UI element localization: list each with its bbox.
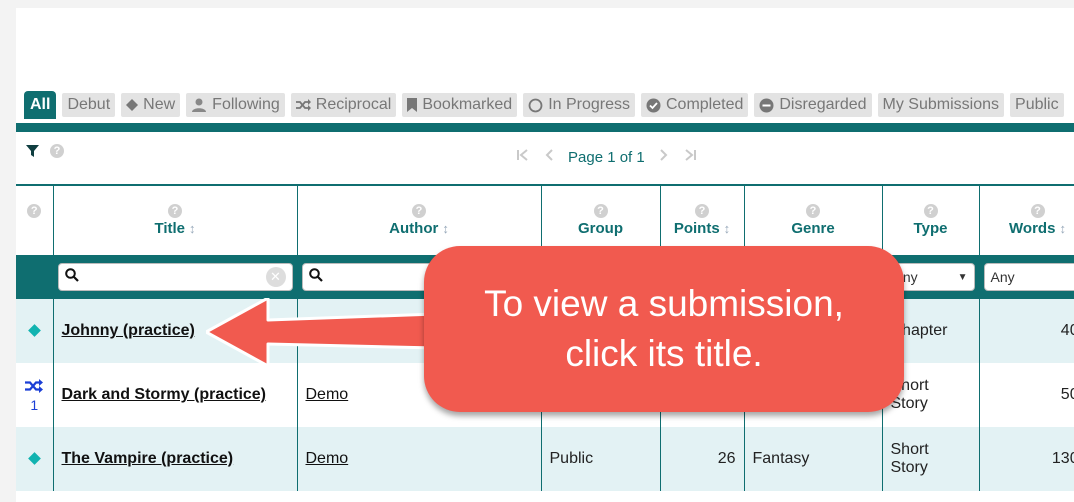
title-search-input[interactable]: ✕ [57,263,293,291]
header-author[interactable]: ? Author ↕ [297,184,542,255]
sort-icon[interactable]: ↕ [189,221,196,236]
filter-icon[interactable] [26,144,39,162]
filter-cell: ✕ [53,255,298,299]
table-toolbar: ? Page 1 of 1 [16,132,1074,192]
circle-icon [528,98,543,113]
submission-title-link[interactable]: Dark and Stormy (practice) [62,386,267,403]
table-row: The Vampire (practice) Demo Public 26 Fa… [16,427,1074,491]
title-cell: Dark and Stormy (practice) [53,363,298,427]
genre-cell: Fantasy [744,427,883,491]
tab-underline-bar [16,123,1074,132]
help-icon[interactable]: ? [1030,204,1045,218]
author-link[interactable]: Demo [306,386,349,403]
pagination: Page 1 of 1 [516,148,697,166]
page-indicator: Page 1 of 1 [568,148,645,166]
shuffle-icon [295,99,311,111]
help-icon[interactable]: ? [593,204,608,218]
header-row: ? ? Title ↕ ? Author ↕ ? Group ? Points ↕ ? Genr… [16,184,1074,255]
tab-following[interactable]: Following [186,93,285,117]
chevron-down-icon: ▼ [957,271,968,283]
row-icon-cell [16,299,54,363]
tab-disregarded[interactable]: Disregarded [754,93,872,117]
user-icon [191,98,207,112]
diamond-icon [27,452,41,465]
filter-tabs: All Debut New Following Reciprocal Bookm… [24,91,1064,119]
type-cell: Short Story [882,427,980,491]
header-genre[interactable]: ? Genre [744,184,883,255]
tab-all[interactable]: All [24,91,57,119]
help-icon[interactable]: ? [923,204,938,218]
next-page-icon[interactable] [659,148,669,166]
tab-in-progress[interactable]: In Progress [523,93,635,117]
shuffle-icon [25,378,44,398]
sort-icon[interactable]: ↕ [724,221,731,236]
words-cell: 500 [979,363,1074,427]
help-icon[interactable]: ? [695,204,709,218]
help-icon[interactable]: ? [50,144,64,158]
clear-icon[interactable]: ✕ [265,267,286,287]
minus-circle-icon [759,98,774,113]
submission-title-link[interactable]: Johnny (practice) [62,322,195,339]
header-points[interactable]: ? Points ↕ [660,184,745,255]
header-words[interactable]: ? Words ↕ [979,184,1074,255]
group-cell: Public [541,427,661,491]
tab-my-submissions[interactable]: My Submissions [877,93,1005,117]
bookmark-icon [407,98,418,112]
callout-text: To view a submission, click its title. [484,283,844,374]
header-title[interactable]: ? Title ↕ [53,184,298,255]
last-page-icon[interactable] [683,148,697,166]
help-icon[interactable]: ? [27,204,42,218]
filter-cell [16,255,54,299]
tab-completed[interactable]: Completed [641,93,749,117]
header-group[interactable]: ? Group [541,184,661,255]
help-icon[interactable]: ? [412,204,426,218]
first-page-icon[interactable] [516,148,530,166]
diamond-icon [126,99,139,111]
row-icon-cell [16,427,54,491]
check-circle-icon [646,98,661,113]
header-icon-col: ? [16,184,54,255]
search-icon [308,267,323,287]
tab-bookmarked[interactable]: Bookmarked [402,93,518,117]
help-icon[interactable]: ? [168,204,182,218]
sort-icon[interactable]: ↕ [1059,221,1066,236]
tutorial-callout: To view a submission, click its title. [424,246,904,412]
filter-cell: Any▼ [979,255,1074,299]
tab-reciprocal[interactable]: Reciprocal [290,93,397,117]
points-cell: 26 [660,427,745,491]
title-cell: The Vampire (practice) [53,427,298,491]
words-filter-select[interactable]: Any▼ [983,263,1074,291]
tab-new[interactable]: New [121,93,181,117]
author-cell: Demo [297,427,542,491]
sort-icon[interactable]: ↕ [442,221,449,236]
diamond-icon [27,324,41,337]
submission-title-link[interactable]: The Vampire (practice) [62,450,234,467]
header-type[interactable]: ? Type [882,184,980,255]
tab-public[interactable]: Public [1010,93,1064,117]
author-link[interactable]: Demo [306,450,349,467]
words-cell: 1300 [979,427,1074,491]
row-icon-cell: 1 [16,363,54,427]
reciprocal-count: 1 [30,396,39,413]
search-icon [64,267,79,287]
prev-page-icon[interactable] [544,148,554,166]
callout-arrow-icon [206,298,436,368]
tab-debut[interactable]: Debut [62,93,116,117]
words-cell: 400 [979,299,1074,363]
help-icon[interactable]: ? [806,204,820,218]
